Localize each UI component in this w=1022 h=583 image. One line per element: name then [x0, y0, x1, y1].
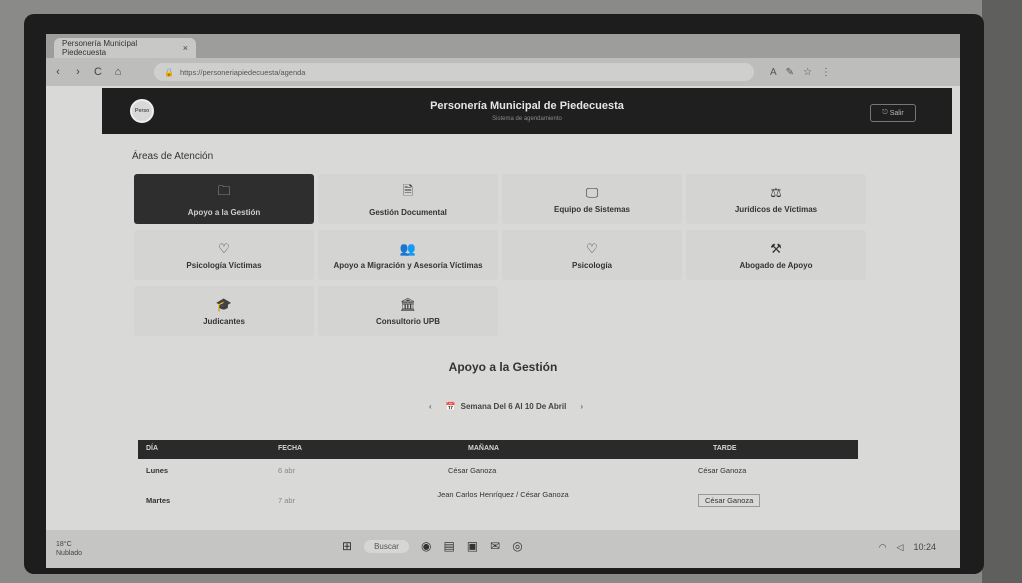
day-cell: Martes	[146, 496, 171, 505]
clock[interactable]: 10:24	[913, 542, 936, 553]
browser-app-icon[interactable]: ◉	[421, 539, 431, 553]
area-card-consultorio-upb[interactable]: 🏛 Consultorio UPB	[318, 286, 498, 336]
weather-widget[interactable]: 18°C Nublado	[56, 540, 82, 558]
home-icon[interactable]: ⌂	[110, 66, 126, 78]
weather-desc: Nublado	[56, 550, 83, 557]
logout-button[interactable]: ⎋ Salir	[870, 104, 916, 122]
os-taskbar: 18°C Nublado ⊞ Buscar ◉ ▤ ▣ ✉ ◎ ◠ ◁ 10:2…	[46, 530, 960, 568]
app-header: Perso Personería Municipal de Piedecuest…	[102, 88, 952, 134]
column-header: MAÑANA	[468, 445, 500, 452]
browser-tab-strip: Personería Municipal Piedecuesta ×	[46, 34, 960, 58]
afternoon-cell[interactable]: César Ganoza	[698, 466, 746, 475]
system-tray: ◠ ◁ 10:24	[879, 542, 936, 553]
area-card-juridicos-victimas[interactable]: ⚖ Jurídicos de Víctimas	[686, 174, 866, 224]
area-card-equipo-sistemas[interactable]: 🖵 Equipo de Sistemas	[502, 174, 682, 224]
lock-icon: 🔒	[164, 67, 174, 77]
address-bar[interactable]: 🔒 https://personeriapiedecuesta/agenda	[154, 63, 754, 81]
area-card-judicantes[interactable]: 🎓 Judicantes	[134, 286, 314, 336]
url-text: https://personeriapiedecuesta/agenda	[179, 67, 306, 77]
taskbar-apps: ⊞ Buscar ◉ ▤ ▣ ✉ ◎	[342, 539, 523, 553]
bookmark-star-icon[interactable]: ☆	[803, 67, 812, 78]
logout-label: Salir	[889, 109, 904, 117]
area-card-label: Abogado de Apoyo	[739, 260, 813, 270]
day-cell: Lunes	[146, 466, 169, 475]
app-subtitle: Sistema de agendamiento	[492, 116, 562, 122]
week-selector[interactable]: 📅 Semana Del 6 Al 10 De Abril	[446, 402, 567, 411]
graduation-cap-icon: 🎓	[215, 296, 233, 312]
area-card-apoyo-gestion[interactable]: 🗀 Apoyo a la Gestión	[134, 174, 314, 224]
areas-heading: Áreas de Atención	[132, 151, 214, 162]
next-week-icon[interactable]: ›	[580, 402, 583, 411]
calendar-icon: 📅	[445, 401, 456, 411]
area-card-label: Consultorio UPB	[376, 316, 440, 326]
schedule-title: Apoyo a la Gestión	[448, 360, 558, 374]
mail-app-icon[interactable]: ✉	[490, 539, 500, 553]
week-label: Semana Del 6 Al 10 De Abril	[460, 401, 567, 411]
weather-temp: 18°C	[56, 541, 72, 548]
volume-icon[interactable]: ◁	[897, 542, 904, 553]
browser-tab[interactable]: Personería Municipal Piedecuesta ×	[54, 38, 196, 58]
date-cell: 7 abr	[278, 496, 296, 505]
morning-cell[interactable]: Jean Carlos Henríquez / César Ganoza	[428, 490, 578, 500]
menu-dots-icon[interactable]: ⋮	[821, 67, 831, 78]
area-card-label: Psicología Víctimas	[186, 260, 262, 270]
users-icon: 👥	[399, 240, 417, 256]
week-navigator: ‹ 📅 Semana Del 6 Al 10 De Abril ›	[411, 396, 601, 416]
back-icon[interactable]: ‹	[50, 66, 66, 78]
morning-cell[interactable]: César Ganoza	[448, 466, 496, 475]
background-wall	[982, 0, 1022, 583]
taskbar-search[interactable]: Buscar	[364, 539, 409, 553]
area-card-label: Jurídicos de Víctimas	[734, 204, 818, 214]
column-header: DÍA	[146, 445, 159, 452]
area-card-label: Apoyo a la Gestión	[187, 207, 261, 217]
reload-icon[interactable]: C	[90, 66, 106, 78]
area-card-gestion-documental[interactable]: 🗎 Gestión Documental	[318, 174, 498, 224]
heart-icon: ♡	[586, 240, 598, 256]
area-card-abogado-apoyo[interactable]: ⚒ Abogado de Apoyo	[686, 230, 866, 280]
app-title: Personería Municipal de Piedecuesta	[430, 100, 624, 112]
logout-icon: ⎋	[882, 109, 890, 116]
area-card-label: Apoyo a Migración y Asesoría Víctimas	[333, 260, 483, 270]
document-icon: 🗎	[402, 182, 414, 198]
extension-icons: A ✎ ☆ ⋮	[770, 67, 831, 78]
area-card-psicologia[interactable]: ♡ Psicología	[502, 230, 682, 280]
chat-app-icon[interactable]: ◎	[512, 539, 522, 553]
forward-icon[interactable]: ›	[70, 66, 86, 78]
close-tab-icon[interactable]: ×	[183, 43, 188, 53]
scale-icon: ⚖	[770, 184, 782, 200]
monitor-screen: Personería Municipal Piedecuesta × ‹ › C…	[46, 34, 960, 568]
edit-icon[interactable]: ✎	[786, 67, 794, 78]
area-card-label: Judicantes	[203, 316, 245, 326]
area-card-label: Equipo de Sistemas	[553, 204, 631, 214]
wifi-icon[interactable]: ◠	[879, 542, 887, 553]
heart-pulse-icon: ♡	[218, 240, 230, 256]
monitor-icon: 🖵	[585, 184, 599, 200]
area-card-apoyo-migracion[interactable]: 👥 Apoyo a Migración y Asesoría Víctimas	[318, 230, 498, 280]
schedule-table-header: DÍA FECHA MAÑANA TARDE	[138, 440, 858, 459]
column-header: FECHA	[278, 445, 303, 452]
folder-app-icon[interactable]: ▤	[443, 539, 454, 553]
gavel-icon: ⚒	[770, 240, 782, 256]
browser-toolbar: ‹ › C ⌂ 🔒 https://personeriapiedecuesta/…	[46, 58, 960, 86]
briefcase-icon: 🗀	[217, 182, 231, 198]
extension-a-icon[interactable]: A	[770, 67, 777, 78]
area-card-label: Psicología	[571, 260, 612, 270]
date-cell: 6 abr	[278, 466, 296, 475]
afternoon-cell[interactable]: César Ganoza	[698, 494, 761, 507]
start-icon[interactable]: ⊞	[342, 539, 352, 553]
column-header: TARDE	[713, 445, 737, 452]
table-row: Lunes 6 abr César Ganoza César Ganoza	[138, 464, 858, 486]
area-card-psicologia-victimas[interactable]: ♡ Psicología Víctimas	[134, 230, 314, 280]
store-app-icon[interactable]: ▣	[467, 539, 478, 553]
table-row: Martes 7 abr Jean Carlos Henríquez / Cés…	[138, 490, 858, 512]
area-card-label: Gestión Documental	[369, 207, 447, 217]
building-icon: 🏛	[399, 296, 417, 312]
prev-week-icon[interactable]: ‹	[429, 402, 432, 411]
tab-title: Personería Municipal Piedecuesta	[62, 39, 138, 57]
